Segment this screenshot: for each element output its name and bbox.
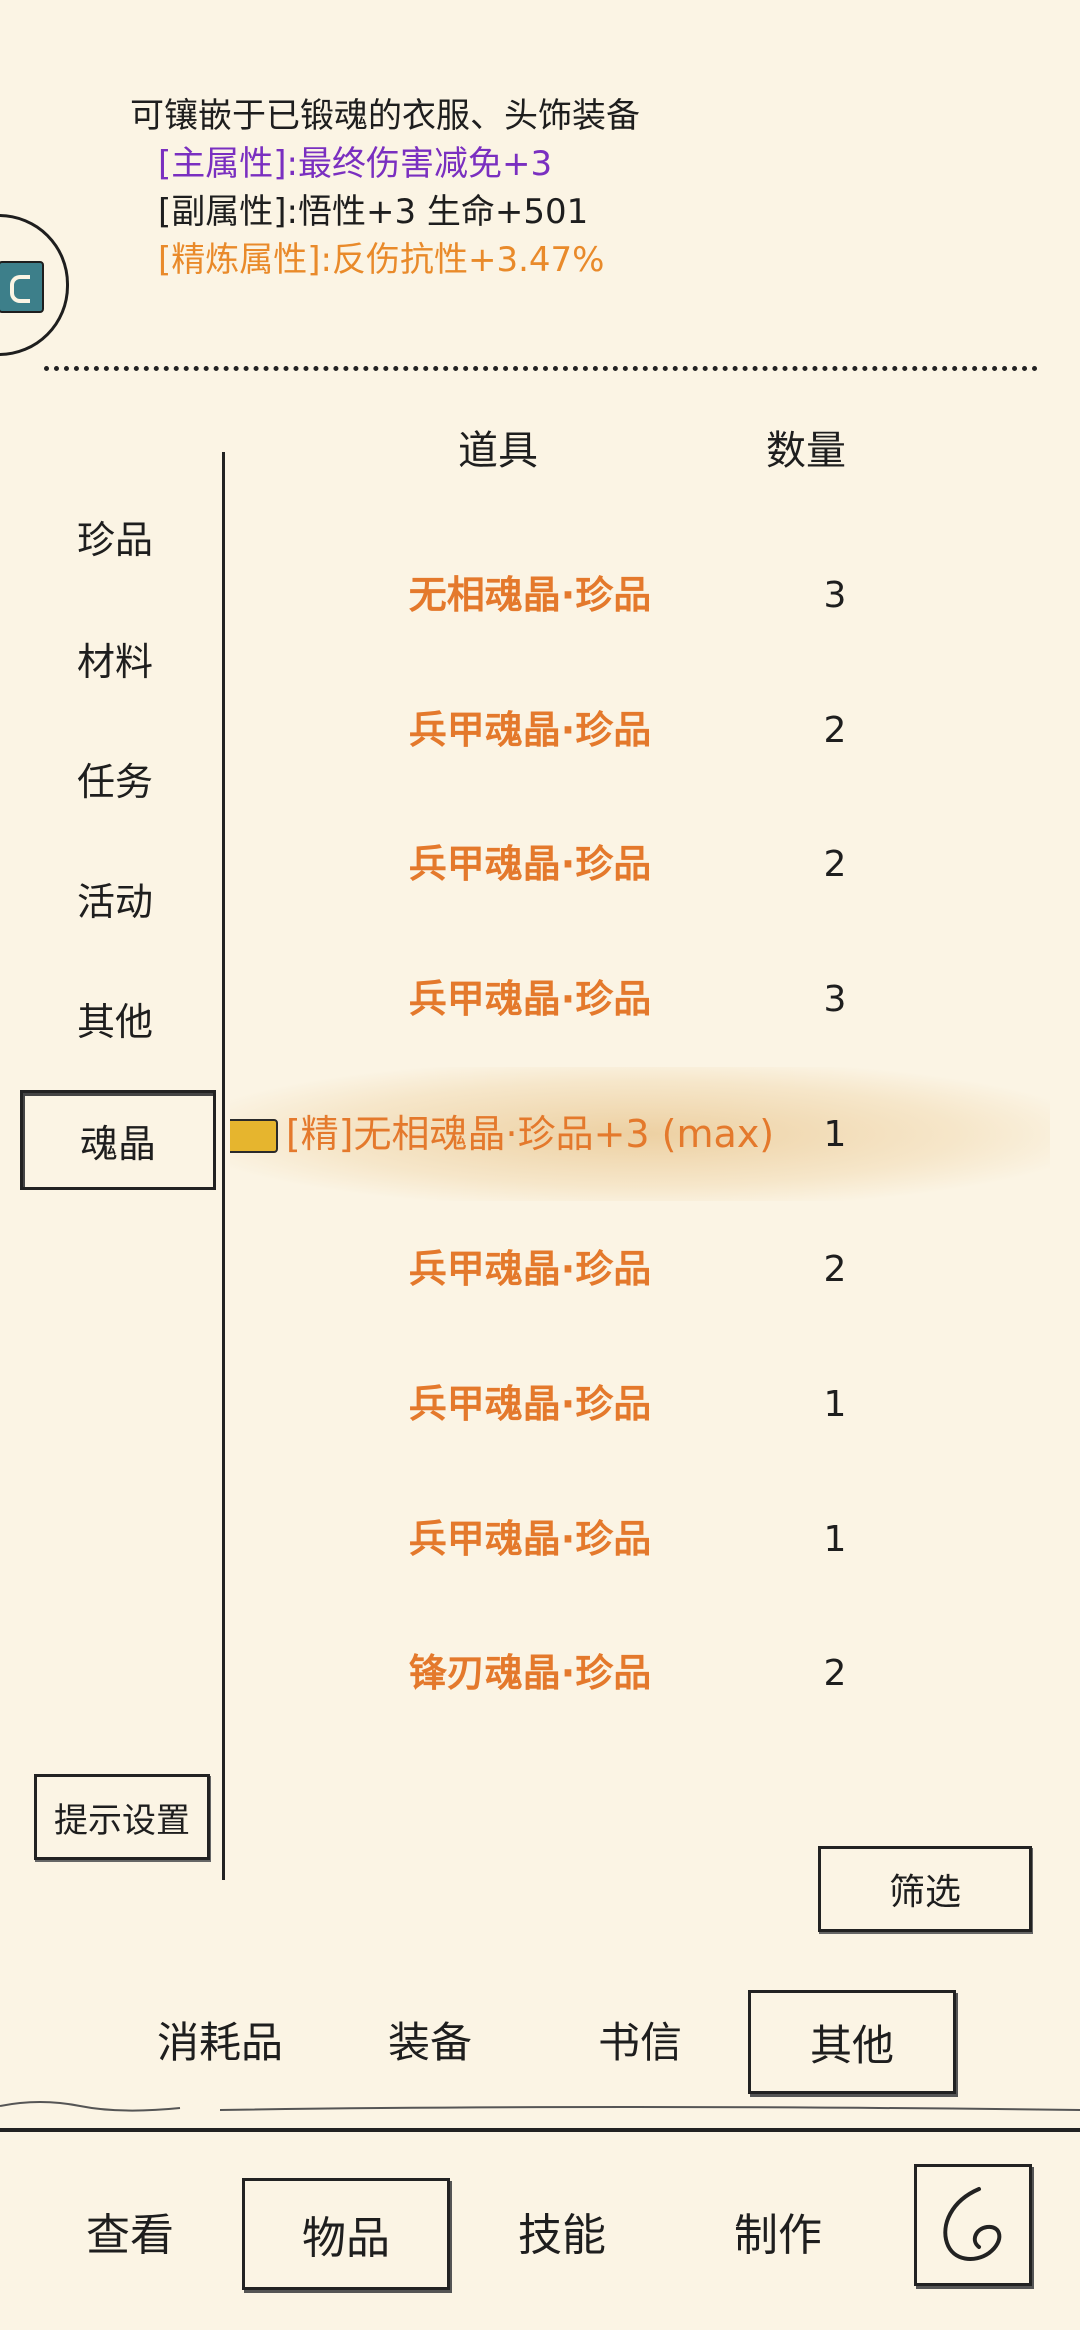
item-quantity: 1 — [823, 1518, 847, 1560]
item-quantity: 1 — [823, 1113, 847, 1155]
category-event[interactable]: 活动 — [20, 852, 210, 944]
item-quantity: 2 — [823, 1652, 847, 1694]
sidebar-divider — [222, 452, 225, 1880]
category-task[interactable]: 任务 — [20, 732, 210, 824]
filter-button[interactable]: 筛选 — [818, 1846, 1032, 1932]
list-item[interactable]: 锋刃魂晶·珍品 2 — [230, 1606, 1050, 1740]
nav-view[interactable]: 查看 — [62, 2178, 198, 2284]
list-item[interactable]: 兵甲魂晶·珍品 2 — [230, 663, 1050, 797]
category-treasure[interactable]: 珍品 — [20, 490, 210, 582]
back-button[interactable] — [914, 2164, 1032, 2286]
back-swirl-icon — [943, 2187, 1002, 2261]
app-badge-icon — [0, 261, 44, 313]
refine-attribute: [精炼属性]:反伤抗性+3.47% — [158, 240, 605, 280]
item-name: [精]无相魂晶·珍品+3 (max) — [285, 1112, 775, 1156]
item-name: 无相魂晶·珍品 — [408, 573, 652, 617]
item-quantity: 3 — [823, 978, 847, 1020]
description-intro: 可镶嵌于已锻魂的衣服、头饰装备 — [130, 96, 640, 136]
item-name: 锋刃魂晶·珍品 — [408, 1651, 652, 1695]
hint-settings-button[interactable]: 提示设置 — [34, 1774, 210, 1860]
column-header-item: 道具 — [458, 428, 538, 474]
item-name: 锋刃魂晶·珍品 — [270, 478, 790, 527]
item-description: 可镶嵌于已锻魂的衣服、头饰装备 [主属性]:最终伤害减免+3 [副属性]:悟性+… — [130, 92, 640, 284]
column-header-quantity: 数量 — [766, 428, 846, 474]
tab-letters[interactable]: 书信 — [570, 1990, 710, 2088]
category-material[interactable]: 材料 — [20, 612, 210, 704]
list-item[interactable]: 兵甲魂晶·珍品 3 — [230, 932, 1050, 1066]
side-app-badge[interactable] — [0, 214, 69, 356]
list-item[interactable]: 兵甲魂晶·珍品 2 — [230, 797, 1050, 931]
item-quantity: 2 — [823, 1248, 847, 1290]
item-name: 兵甲魂晶·珍品 — [408, 977, 652, 1021]
list-item[interactable]: 兵甲魂晶·珍品 1 — [230, 1472, 1050, 1606]
item-name: 兵甲魂晶·珍品 — [408, 1247, 652, 1291]
list-item[interactable]: 锋刃魂晶·珍品 1 — [230, 478, 1050, 527]
item-name: 兵甲魂晶·珍品 — [408, 708, 652, 752]
item-name: 兵甲魂晶·珍品 — [408, 1517, 652, 1561]
section-divider — [44, 366, 1038, 371]
item-quantity: 2 — [823, 709, 847, 751]
item-name: 兵甲魂晶·珍品 — [408, 1382, 652, 1426]
nav-items[interactable]: 物品 — [242, 2178, 450, 2290]
main-attribute: [主属性]:最终伤害减免+3 — [158, 144, 553, 184]
list-item-selected[interactable]: [精]无相魂晶·珍品+3 (max) 1 — [230, 1067, 1050, 1201]
category-other[interactable]: 其他 — [20, 972, 210, 1064]
tab-other[interactable]: 其他 — [748, 1990, 956, 2094]
list-item[interactable]: 无相魂晶·珍品 3 — [230, 528, 1050, 662]
item-quantity: 2 — [823, 843, 847, 885]
item-quantity: 1 — [823, 1383, 847, 1425]
item-quantity: 1 — [770, 478, 900, 527]
item-name: 兵甲魂晶·珍品 — [408, 842, 652, 886]
sub-attribute: [副属性]:悟性+3 生命+501 — [158, 192, 589, 232]
item-quantity: 3 — [823, 574, 847, 616]
ink-stroke-decoration — [0, 2101, 1080, 2112]
item-list[interactable]: 锋刃魂晶·珍品 1 无相魂晶·珍品 3 兵甲魂晶·珍品 2 兵甲魂晶·珍品 2 … — [230, 478, 1050, 1774]
list-item[interactable]: 兵甲魂晶·珍品 1 — [230, 1337, 1050, 1471]
nav-divider — [0, 2128, 1080, 2132]
nav-skills[interactable]: 技能 — [494, 2178, 630, 2284]
nav-crafting[interactable]: 制作 — [710, 2178, 846, 2284]
category-soul-crystal[interactable]: 魂晶 — [20, 1090, 216, 1190]
tab-equipment[interactable]: 装备 — [360, 1990, 500, 2088]
tab-consumables[interactable]: 消耗品 — [140, 1990, 300, 2088]
list-item[interactable]: 兵甲魂晶·珍品 2 — [230, 1202, 1050, 1336]
